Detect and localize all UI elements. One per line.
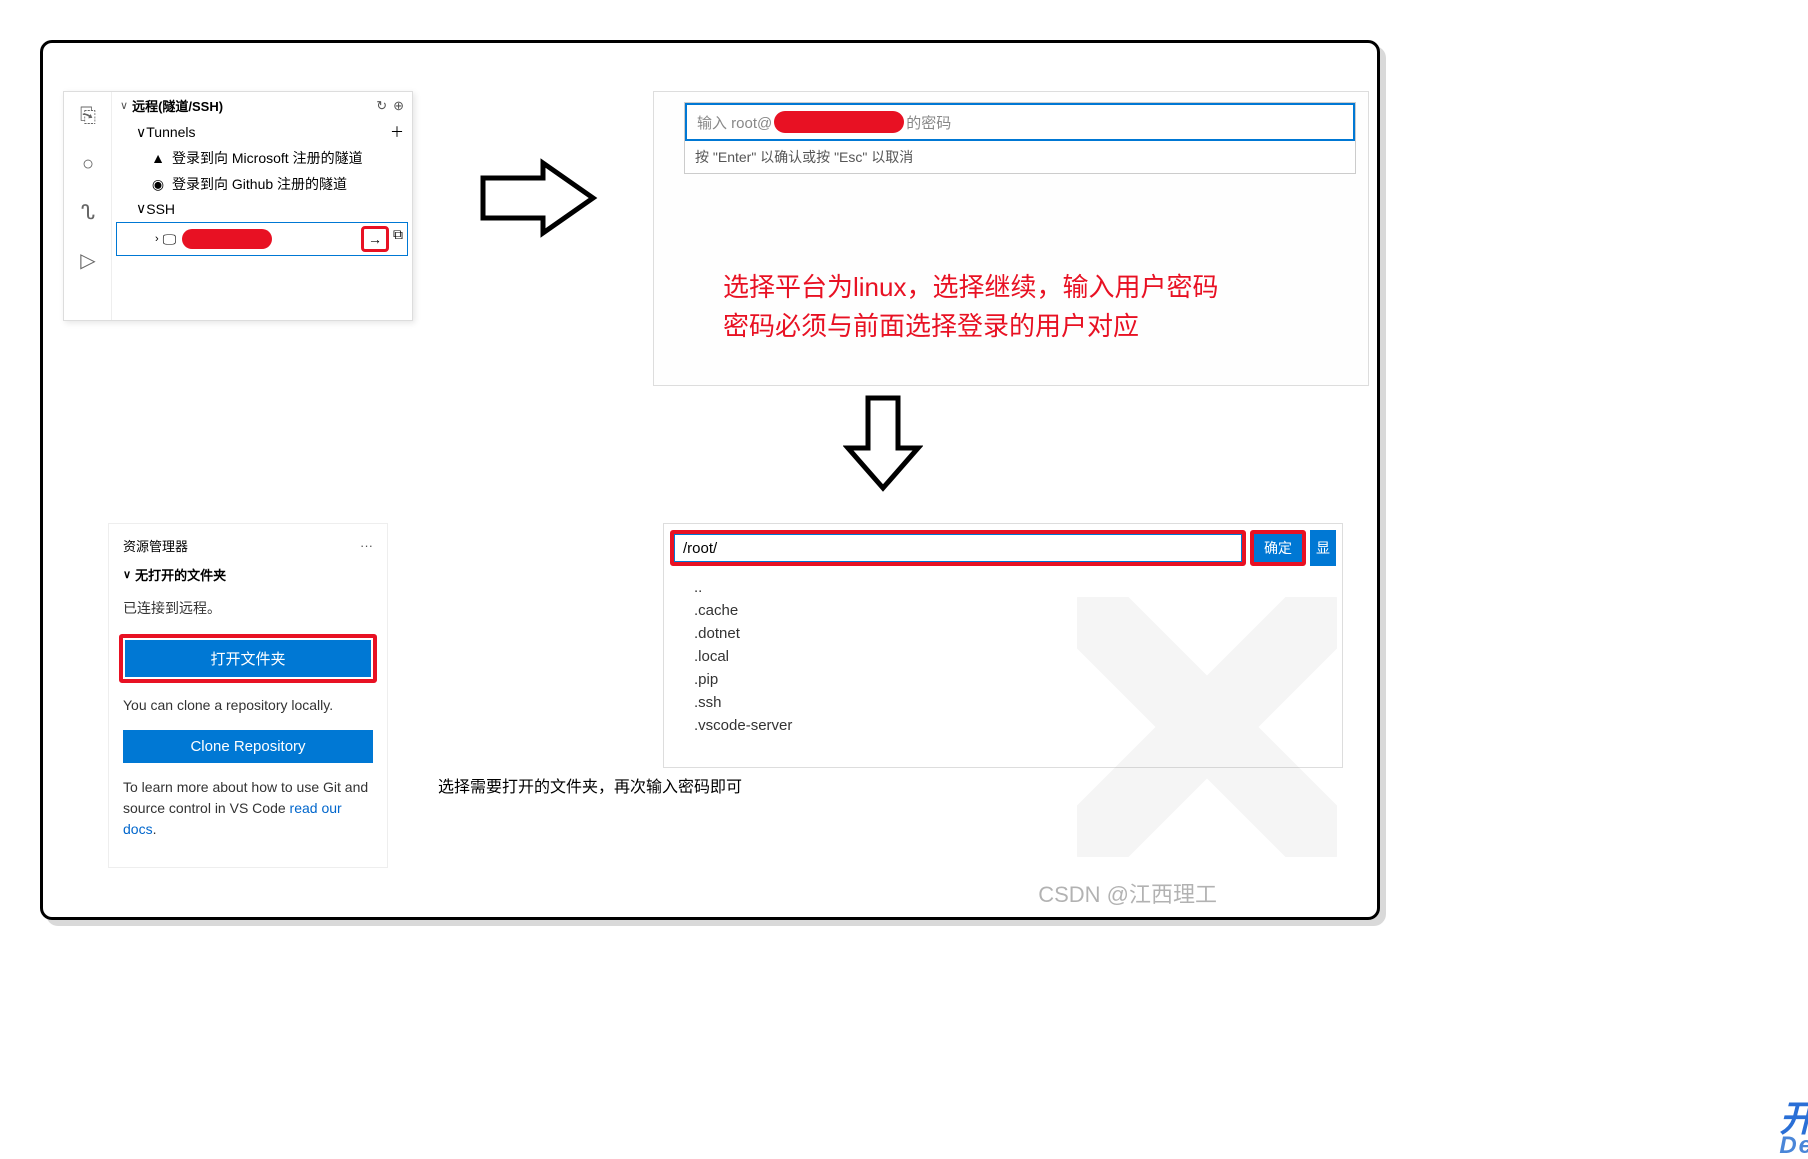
open-folder-highlight: 打开文件夹: [119, 634, 377, 683]
refresh-icon[interactable]: ↻: [376, 98, 387, 114]
remote-explorer-panel: ⎘ ○ ᔐ ▷ ∨ 远程(隧道/SSH) ↻ ⊕ ∨ Tunnels ＋ ▲ 登…: [63, 91, 413, 321]
azure-icon: ▲: [150, 150, 166, 166]
confirm-highlight: 确定: [1250, 530, 1306, 566]
chevron-down-icon: ∨: [120, 99, 128, 112]
monitor-icon: 🖵: [163, 231, 177, 248]
debug-icon[interactable]: ▷: [64, 236, 112, 284]
ssh-header[interactable]: ∨ SSH: [112, 197, 412, 220]
clone-hint: You can clone a repository locally.: [109, 691, 387, 720]
path-input-highlight: [670, 530, 1246, 566]
ssh-label: SSH: [146, 201, 175, 217]
connect-arrow-icon[interactable]: →: [368, 231, 382, 247]
chevron-right-icon: ›: [155, 233, 159, 245]
arrow-down: [843, 393, 923, 493]
learn-more-text: To learn more about how to use Git and s…: [109, 773, 387, 844]
command-palette: 输入 root@ 的密码 按 "Enter" 以确认或按 "Esc" 以取消: [684, 102, 1356, 174]
caption-text: 选择需要打开的文件夹，再次输入密码即可: [438, 773, 742, 797]
chevron-down-icon: ∨: [123, 568, 131, 581]
add-tunnel-icon[interactable]: ＋: [390, 122, 404, 142]
remote-section-header[interactable]: ∨ 远程(隧道/SSH) ↻ ⊕: [112, 92, 412, 119]
devze-line1: 开 发 者: [1779, 1103, 1808, 1135]
diagram-frame: ⎘ ○ ᔐ ▷ ∨ 远程(隧道/SSH) ↻ ⊕ ∨ Tunnels ＋ ▲ 登…: [40, 40, 1380, 920]
connect-button-highlight: →: [361, 226, 389, 252]
folder-input-row: 确定 显: [664, 524, 1342, 572]
password-prefix: 输入 root@: [697, 112, 772, 133]
open-folder-button[interactable]: 打开文件夹: [125, 640, 371, 677]
watermark-x-icon: [1077, 597, 1337, 857]
arrow-right: [473, 153, 603, 243]
redacted-hostname: [182, 229, 272, 249]
confirm-button[interactable]: 确定: [1254, 534, 1302, 562]
more-icon[interactable]: ···: [360, 538, 373, 553]
remote-section-title: 远程(隧道/SSH): [132, 96, 376, 115]
list-item[interactable]: ..: [664, 576, 1342, 599]
source-control-icon[interactable]: ᔐ: [64, 188, 112, 236]
no-folder-section[interactable]: ∨ 无打开的文件夹: [109, 559, 387, 590]
password-hint: 按 "Enter" 以确认或按 "Esc" 以取消: [685, 141, 1355, 173]
tunnels-header[interactable]: ∨ Tunnels ＋: [112, 119, 412, 145]
annotation-text: 选择平台为linux，选择继续，输入用户密码 密码必须与前面选择登录的用户对应: [723, 268, 1218, 346]
password-suffix: 的密码: [906, 112, 951, 133]
connected-status: 已连接到远程。: [109, 590, 387, 626]
new-window-icon[interactable]: ⧉: [393, 226, 403, 252]
search-icon[interactable]: ○: [64, 140, 112, 188]
ms-tunnel-label: 登录到向 Microsoft 注册的隧道: [172, 148, 363, 168]
chevron-down-icon: ∨: [136, 200, 146, 217]
devze-line2: DevZe.CoM: [1779, 1135, 1808, 1157]
ssh-host-item[interactable]: › 🖵 → ⧉: [116, 222, 408, 256]
redacted-host: [774, 111, 904, 133]
password-input[interactable]: 输入 root@ 的密码: [685, 103, 1355, 141]
github-icon: ◉: [150, 176, 166, 193]
watermark-devze: 开 发 者 DevZe.CoM: [1779, 1103, 1808, 1157]
clone-repo-button[interactable]: Clone Repository: [123, 730, 373, 763]
watermark-csdn: CSDN @江西理工: [1038, 877, 1217, 909]
show-button[interactable]: 显: [1310, 530, 1336, 566]
github-tunnel-item[interactable]: ◉ 登录到向 Github 注册的隧道: [112, 171, 412, 197]
ms-tunnel-item[interactable]: ▲ 登录到向 Microsoft 注册的隧道: [112, 145, 412, 171]
plus-icon[interactable]: ⊕: [393, 98, 404, 114]
annotation-line1: 选择平台为linux，选择继续，输入用户密码: [723, 268, 1218, 307]
tunnels-label: Tunnels: [146, 124, 195, 140]
github-tunnel-label: 登录到向 Github 注册的隧道: [172, 174, 347, 194]
explorer-sidebar: 资源管理器 ··· ∨ 无打开的文件夹 已连接到远程。 打开文件夹 You ca…: [108, 523, 388, 868]
explorer-title: 资源管理器: [123, 536, 360, 555]
no-folder-label: 无打开的文件夹: [135, 565, 226, 584]
activity-bar: ⎘ ○ ᔐ ▷: [64, 92, 112, 320]
explorer-header: 资源管理器 ···: [109, 532, 387, 559]
explorer-icon[interactable]: ⎘: [64, 92, 112, 140]
path-input[interactable]: [674, 534, 1242, 562]
chevron-down-icon: ∨: [136, 124, 146, 141]
annotation-line2: 密码必须与前面选择登录的用户对应: [723, 307, 1218, 346]
